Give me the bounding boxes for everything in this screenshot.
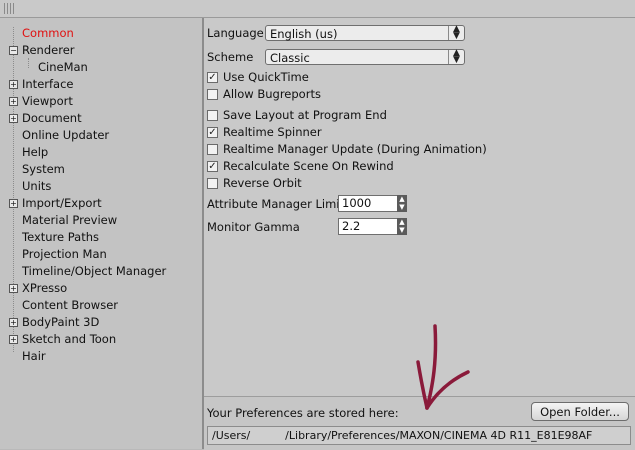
tree-item-timeline-object-manager[interactable]: Timeline/Object Manager xyxy=(0,263,200,280)
tree-item-label: Projection Man xyxy=(22,247,107,261)
language-value: English (us) xyxy=(270,27,338,41)
expand-icon[interactable]: + xyxy=(9,335,18,344)
checkbox-box[interactable] xyxy=(207,144,218,155)
tree-item-label: CineMan xyxy=(38,60,88,74)
tree-item-units[interactable]: Units xyxy=(0,178,200,195)
tree-item-sketch-and-toon[interactable]: + Sketch and Toon xyxy=(0,331,200,348)
attribute-manager-limit-field[interactable]: 1000 ▲ ▼ xyxy=(338,195,407,212)
expand-icon[interactable]: + xyxy=(9,97,18,106)
tree-item-label: Help xyxy=(22,145,49,159)
updown-arrows-icon: ▲ ▼ xyxy=(448,25,464,41)
collapse-icon[interactable]: − xyxy=(9,46,18,55)
scheme-label: Scheme xyxy=(207,50,254,64)
tree-item-document[interactable]: + Document xyxy=(0,110,200,127)
monitor-gamma-value: 2.2 xyxy=(342,219,361,233)
window-title-bar[interactable] xyxy=(0,0,635,18)
expand-icon[interactable]: + xyxy=(9,80,18,89)
tree-item-label: Material Preview xyxy=(22,213,118,227)
tree-item-viewport[interactable]: + Viewport xyxy=(0,93,200,110)
tree-item-material-preview[interactable]: Material Preview xyxy=(0,212,200,229)
checkmark-icon[interactable]: ✓ xyxy=(207,127,218,138)
expand-icon[interactable]: + xyxy=(9,284,18,293)
monitor-gamma-label: Monitor Gamma xyxy=(207,220,300,234)
tree-item-label: Units xyxy=(22,179,52,193)
tree-item-label: Hair xyxy=(22,349,46,363)
scheme-value: Classic xyxy=(270,51,310,65)
tree-item-label: Common xyxy=(22,26,74,40)
checkbox-box[interactable] xyxy=(207,178,218,189)
checkbox-box[interactable] xyxy=(207,110,218,121)
checkbox-label: Save Layout at Program End xyxy=(223,108,387,122)
tree-item-label: Timeline/Object Manager xyxy=(22,264,167,278)
tree-item-label: System xyxy=(22,162,65,176)
tree-item-label: Online Updater xyxy=(22,128,110,142)
tree-item-interface[interactable]: + Interface xyxy=(0,76,200,93)
tree-item-texture-paths[interactable]: Texture Paths xyxy=(0,229,200,246)
preferences-path-field[interactable]: /Users/ /Library/Preferences/MAXON/CINEM… xyxy=(207,426,631,445)
scheme-select[interactable]: Classic ▲ ▼ xyxy=(265,49,465,65)
expand-icon[interactable]: + xyxy=(9,318,18,327)
tree-item-online-updater[interactable]: Online Updater xyxy=(0,127,200,144)
annotation-arrow-icon xyxy=(416,324,470,410)
checkbox-label: Realtime Manager Update (During Animatio… xyxy=(223,142,487,156)
language-label: Language xyxy=(207,26,264,40)
expand-icon[interactable]: + xyxy=(9,199,18,208)
tree-item-xpresso[interactable]: + XPresso xyxy=(0,280,200,297)
expand-icon[interactable]: + xyxy=(9,114,18,123)
tree-item-bodypaint-3d[interactable]: + BodyPaint 3D xyxy=(0,314,200,331)
checkbox-label: Reverse Orbit xyxy=(223,176,302,190)
tree-item-content-browser[interactable]: Content Browser xyxy=(0,297,200,314)
checkbox-label: Use QuickTime xyxy=(223,70,309,84)
spinner-arrows-icon[interactable]: ▲ ▼ xyxy=(397,218,407,235)
tree-item-label: Content Browser xyxy=(22,298,118,312)
tree-item-label: Import/Export xyxy=(22,196,102,210)
category-tree: Common − Renderer CineMan + Interface + … xyxy=(0,18,204,449)
checkbox-label: Allow Bugreports xyxy=(223,87,321,101)
tree-item-hair[interactable]: Hair xyxy=(0,348,200,365)
checkbox-label: Realtime Spinner xyxy=(223,125,322,139)
tree-item-projection-man[interactable]: Projection Man xyxy=(0,246,200,263)
tree-item-import-export[interactable]: + Import/Export xyxy=(0,195,200,212)
tree-item-renderer[interactable]: − Renderer xyxy=(0,42,200,59)
tree-item-label: BodyPaint 3D xyxy=(22,315,100,329)
checkmark-icon[interactable]: ✓ xyxy=(207,161,218,172)
tree-item-system[interactable]: System xyxy=(0,161,200,178)
tree-item-label: Interface xyxy=(22,77,74,91)
tree-item-label: Sketch and Toon xyxy=(22,332,117,346)
tree-item-label: Document xyxy=(22,111,82,125)
grip-icon[interactable] xyxy=(4,3,16,14)
tree-item-label: XPresso xyxy=(22,281,68,295)
attribute-manager-limit-label: Attribute Manager Limit xyxy=(207,197,345,211)
open-folder-button[interactable]: Open Folder... xyxy=(531,402,629,421)
attribute-manager-limit-value: 1000 xyxy=(342,196,372,210)
tree-item-label: Renderer xyxy=(22,43,75,57)
tree-item-common[interactable]: Common xyxy=(0,25,200,42)
tree-item-cineman[interactable]: CineMan xyxy=(0,59,200,76)
updown-arrows-icon: ▲ ▼ xyxy=(448,49,464,65)
language-select[interactable]: English (us) ▲ ▼ xyxy=(265,25,465,41)
tree-item-help[interactable]: Help xyxy=(0,144,200,161)
checkbox-label: Recalculate Scene On Rewind xyxy=(223,159,394,173)
checkbox-box[interactable] xyxy=(207,89,218,100)
tree-item-label: Texture Paths xyxy=(22,230,100,244)
checkmark-icon[interactable]: ✓ xyxy=(207,72,218,83)
spinner-arrows-icon[interactable]: ▲ ▼ xyxy=(397,195,407,212)
monitor-gamma-field[interactable]: 2.2 ▲ ▼ xyxy=(338,218,407,235)
tree-item-label: Viewport xyxy=(22,94,73,108)
